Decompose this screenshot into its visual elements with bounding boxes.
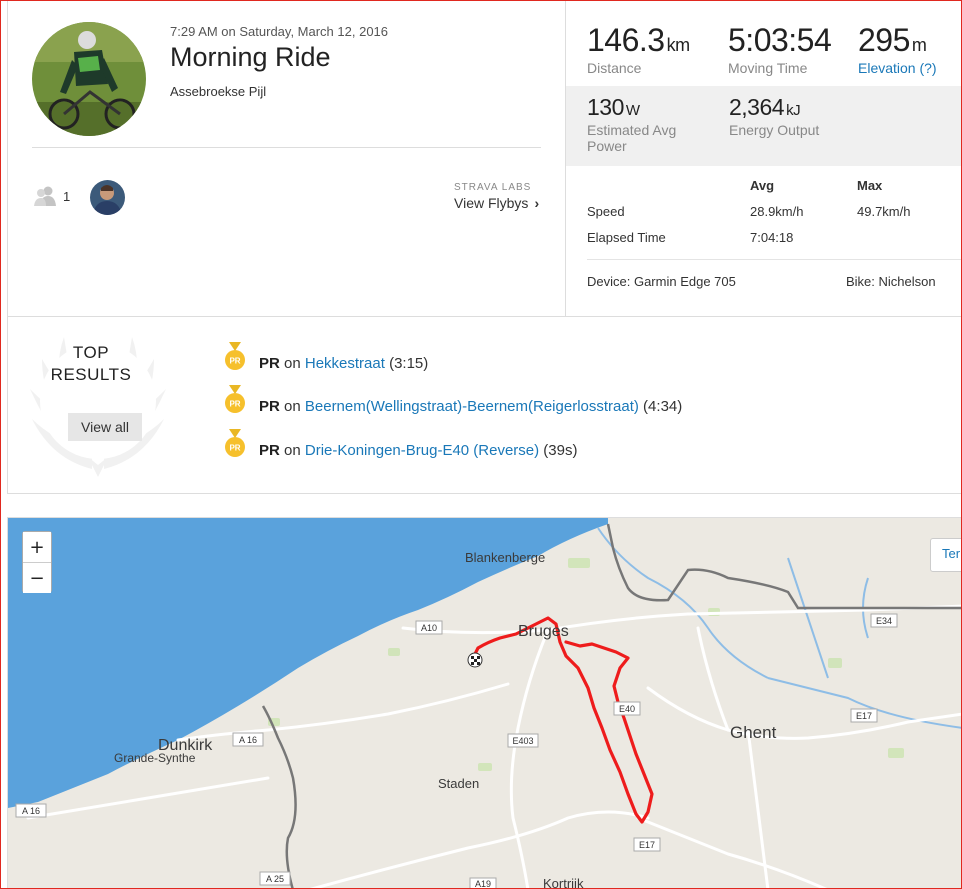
pr-time: (39s) [539,442,578,459]
speed-label: Speed [587,204,625,219]
road-shield: E403 [507,733,539,748]
moving-time-stat: 5:03:54 Moving Time [728,22,832,76]
elapsed-time-value: 7:04:18 [750,230,794,245]
elevation-stat: 295 m Elevation (?) [858,22,937,76]
zoom-control: + − [22,531,52,593]
road-shield: A 16 [232,732,264,747]
pr-time: (4:34) [638,398,683,415]
pr-label: PR [259,398,280,415]
segment-link[interactable]: Drie-Koningen-Brug-E40 (Reverse) [305,442,539,459]
pr-time: (3:15) [384,355,429,372]
power-box: 130 W Estimated Avg Power 2,364 kJ Energy … [566,86,962,166]
energy-value: 2,364 [729,94,785,120]
energy-label: Energy Output [729,122,820,138]
elevation-help-link[interactable]: Elevation (?) [858,60,937,76]
svg-text:A 25: A 25 [266,874,284,884]
zoom-in-button[interactable]: + [23,532,51,562]
energy-stat: 2,364 kJ Energy Output [729,94,819,138]
power-value: 130 [587,94,624,120]
start-finish-icon [467,652,483,668]
svg-text:PR: PR [229,400,240,409]
view-flybys-label: View Flybys [454,195,529,211]
distance-stat: 146.3 km Distance [587,22,690,76]
road-shield: E34 [870,613,898,628]
view-all-button[interactable]: View all [68,413,142,441]
pr-on-text: on [279,442,305,459]
svg-text:E34: E34 [876,616,892,626]
moving-time-value: 5:03:54 [728,22,832,58]
distance-value: 146.3 [587,22,665,58]
place-label: Grande-Synthe [114,751,196,765]
segment-link[interactable]: Hekkestraat [305,355,385,372]
elevation-value: 295 [858,22,910,58]
elapsed-time-label: Elapsed Time [587,230,666,245]
pr-medal-icon: PR [225,342,245,370]
terrain-toggle[interactable]: Ter [930,538,961,572]
svg-text:E17: E17 [856,711,872,721]
device-info: Device: Garmin Edge 705 [587,274,736,289]
svg-text:PR: PR [229,444,240,453]
pr-on-text: on [279,398,305,415]
pr-label: PR [259,442,280,459]
zoom-out-button[interactable]: − [23,563,51,593]
map-canvas[interactable]: A10 E34 E40 E17 E17 E403 A 16 A 16 A 25 … [8,518,962,889]
place-label: Kortrijk [543,876,584,889]
svg-text:A 16: A 16 [22,806,40,816]
avatar[interactable] [90,180,125,215]
segment-link[interactable]: Beernem(Wellingstraat)-Beernem(Reigerlos… [305,398,639,415]
chevron-right-icon: › [534,195,540,211]
kudos-count[interactable]: 1 [63,189,70,204]
speed-max: 49.7km/h [857,204,911,219]
activity-description: Assebroekse Pijl [170,84,267,99]
strava-labs-label: STRAVA LABS [454,182,532,193]
max-header: Max [857,178,883,193]
top-results-title: TOP RESULTS [50,343,132,384]
svg-text:A 16: A 16 [239,735,257,745]
route-map[interactable]: A10 E34 E40 E17 E17 E403 A 16 A 16 A 25 … [7,517,962,889]
avg-header: Avg [750,178,775,193]
power-unit: W [625,102,640,119]
svg-text:A10: A10 [421,623,437,633]
bike-info: Bike: Nichelson [846,274,936,289]
pr-medal-icon: PR [225,385,245,413]
svg-text:E40: E40 [619,704,635,714]
view-flybys-link[interactable]: View Flybys › [454,195,539,211]
place-label: Bruges [518,623,569,640]
top-results-section: TOP RESULTS View all PR PR on Hekkestraa… [7,316,962,494]
road-shield: A 16 [15,803,47,818]
road-shield: A19 [469,877,497,889]
power-label: Estimated Avg Power [587,122,677,154]
svg-text:PR: PR [229,357,240,366]
distance-unit: km [666,35,691,55]
speed-avg: 28.9km/h [750,204,804,219]
activity-timestamp: 7:29 AM on Saturday, March 12, 2016 [170,24,389,39]
place-label: Staden [438,776,479,791]
divider [32,147,541,148]
energy-unit: kJ [786,102,801,119]
stats-panel: 146.3 km Distance 5:03:54 Moving Time 295… [565,0,962,316]
distance-label: Distance [587,60,642,76]
road-shield: E40 [613,701,641,716]
place-label: Blankenberge [465,550,545,565]
pr-on-text: on [279,355,305,372]
pr-label: PR [259,355,280,372]
road-shield: A 25 [259,871,291,886]
athlete-photo[interactable] [32,22,146,136]
road-shield: E17 [633,837,661,852]
svg-text:A19: A19 [475,879,491,889]
group-icon[interactable] [33,185,57,207]
power-stat: 130 W Estimated Avg Power [587,94,697,154]
place-label: Ghent [730,723,777,742]
road-shield: E17 [850,708,878,723]
svg-text:E403: E403 [512,736,533,746]
activity-title: Morning Ride [170,42,331,72]
divider [587,259,962,260]
moving-time-label: Moving Time [728,60,808,76]
pr-medal-icon: PR [225,429,245,457]
elevation-unit: m [911,35,927,55]
road-shield: A10 [415,620,443,635]
svg-text:E17: E17 [639,840,655,850]
